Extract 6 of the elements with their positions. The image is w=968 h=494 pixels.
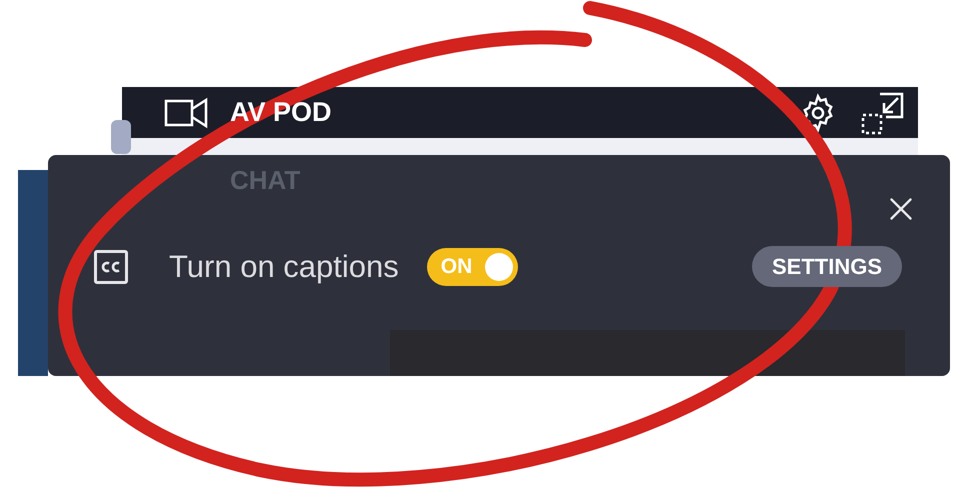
- minimize-icon[interactable]: [860, 90, 904, 134]
- captions-label: Turn on captions: [169, 248, 399, 284]
- settings-button[interactable]: SETTINGS: [752, 246, 902, 287]
- closed-captions-icon: [94, 250, 128, 284]
- scrollbar-thumb[interactable]: [111, 120, 131, 154]
- video-camera-icon: [164, 96, 208, 128]
